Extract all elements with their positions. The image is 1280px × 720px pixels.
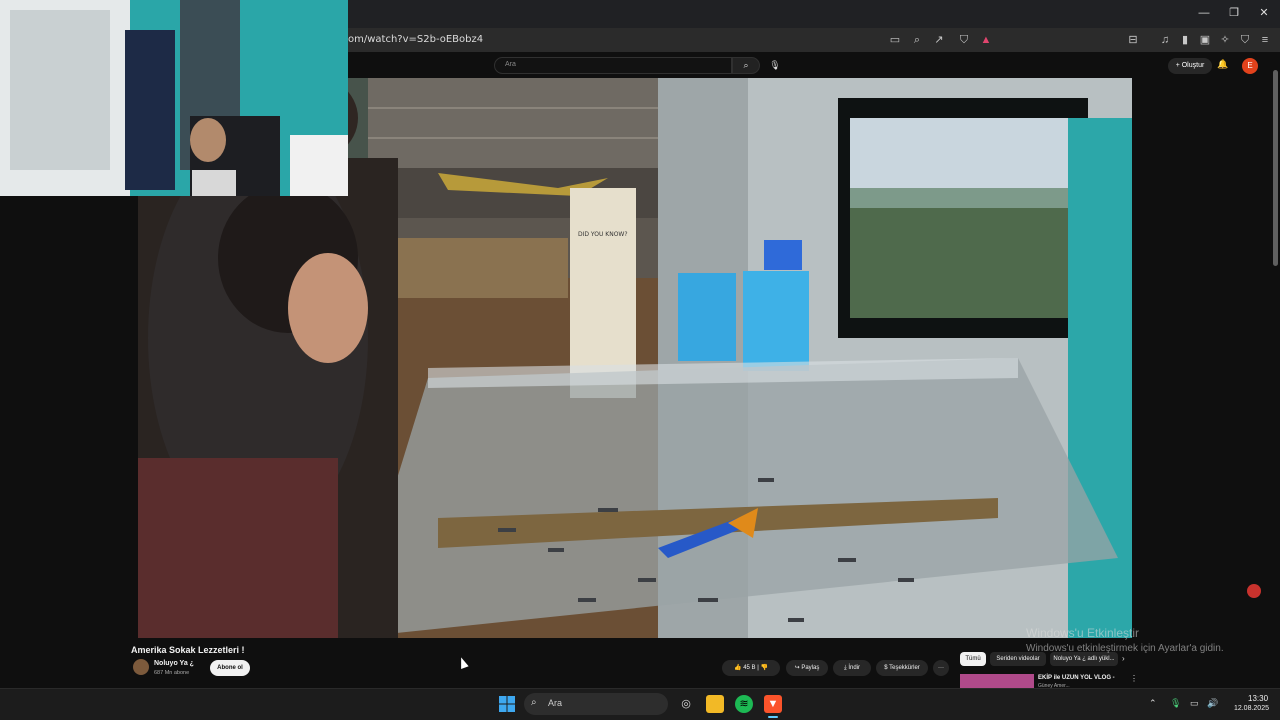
menu-icon[interactable]: ≡: [1258, 33, 1272, 47]
url-field[interactable]: om/watch?v=S2b-oEBobz4: [348, 34, 483, 45]
leo-icon[interactable]: ✧: [1218, 33, 1232, 47]
share-label: Paylaş: [801, 665, 820, 671]
windows-logo: [499, 696, 515, 712]
notifications-bell-icon[interactable]: 🔔: [1217, 59, 1228, 70]
search-input[interactable]: Ara: [494, 57, 732, 74]
taskbar-search[interactable]: Ara: [524, 693, 668, 715]
brave-shield-icon[interactable]: ⛉: [957, 33, 971, 47]
like-button[interactable]: 👍 45 B | 👎: [722, 660, 780, 676]
chevron-right-icon[interactable]: ›: [1122, 654, 1125, 663]
file-explorer-icon[interactable]: [706, 695, 724, 713]
zoom-icon[interactable]: ⌕: [910, 33, 924, 47]
webcam-frame: [0, 0, 348, 196]
taskbar-search-icon: ⌕: [531, 697, 537, 708]
brave-browser-icon[interactable]: ▼: [764, 695, 782, 713]
mouse-cursor: [457, 655, 469, 670]
taskbar-search-label: Ara: [548, 698, 563, 708]
close-button[interactable]: ✕: [1256, 6, 1272, 20]
taskbar-app-icon[interactable]: ◎: [677, 695, 695, 713]
brave-rewards-icon[interactable]: ▲: [979, 33, 993, 47]
chip-series[interactable]: Seriden videolar: [990, 652, 1046, 666]
subscribe-button[interactable]: Abone ol: [210, 660, 250, 676]
create-button[interactable]: + Oluştur: [1168, 58, 1212, 74]
taskbar-date[interactable]: 12.08.2025: [1229, 705, 1269, 712]
cast-icon[interactable]: ▭: [888, 33, 902, 47]
windows-activation-title: Windows'u Etkinleştir: [1026, 626, 1139, 640]
share-button[interactable]: ↪ Paylaş: [786, 660, 828, 676]
thumbs-down-icon[interactable]: | 👎: [756, 665, 768, 671]
like-count: 45 B: [743, 665, 756, 671]
restore-button[interactable]: ❐: [1226, 6, 1242, 20]
thumbs-up-icon: 👍: [734, 665, 744, 671]
more-actions-button[interactable]: ···: [933, 660, 949, 676]
share-page-icon[interactable]: ↗: [932, 33, 946, 47]
next-video-thumbnail[interactable]: [960, 674, 1034, 688]
microphone-tray-icon[interactable]: 🎙: [1170, 698, 1181, 709]
channel-name[interactable]: Noluyo Ya ¿: [154, 660, 194, 667]
search-icon[interactable]: ⌕: [732, 57, 760, 74]
wallet-icon[interactable]: ▣: [1198, 33, 1212, 47]
volume-icon[interactable]: 🔊: [1207, 698, 1218, 709]
thanks-button[interactable]: $ Teşekkürler: [876, 660, 928, 676]
video-title: Amerika Sokak Lezzetleri !: [131, 645, 245, 655]
chip-all[interactable]: Tümü: [960, 652, 986, 666]
network-icon[interactable]: ▭: [1190, 698, 1199, 709]
next-video-title[interactable]: EKİP ile UZUN YOL VLOG -: [1038, 675, 1115, 681]
tab-search-icon[interactable]: ⊟: [1126, 33, 1140, 47]
tray-overflow-icon[interactable]: ⌃: [1149, 698, 1157, 709]
minimize-button[interactable]: —: [1196, 6, 1212, 20]
webcam-overlay: [0, 0, 348, 196]
active-app-indicator: [768, 716, 778, 718]
sidebar-toggle-icon[interactable]: ▮: [1178, 33, 1192, 47]
windows-start-icon[interactable]: [498, 695, 516, 713]
thanks-label: Teşekkürler: [889, 665, 920, 671]
taskbar-time[interactable]: 13:30: [1248, 694, 1268, 703]
floating-widget-icon[interactable]: [1247, 584, 1261, 598]
download-label: İndir: [848, 665, 860, 671]
channel-subscribers: 687 Mn abone: [154, 670, 190, 676]
media-icon[interactable]: ♫: [1158, 33, 1172, 47]
create-label: Oluştur: [1181, 62, 1205, 69]
windows-activation-text: Windows'u etkinleştirmek için Ayarlar'a …: [1026, 643, 1224, 654]
kebab-menu-icon[interactable]: ⋮: [1130, 674, 1138, 683]
download-button[interactable]: ⤓ İndir: [833, 660, 871, 676]
chip-channel-uploads[interactable]: Noluyo Ya ¿ adlı yükl...: [1050, 652, 1118, 666]
spotify-icon[interactable]: ≋: [735, 695, 753, 713]
microphone-icon[interactable]: 🎙: [766, 57, 784, 74]
vpn-icon[interactable]: ⛉: [1238, 33, 1252, 47]
banner-heading: DID YOU KNOW?: [578, 231, 628, 238]
scrollbar-thumb[interactable]: [1273, 70, 1278, 266]
channel-avatar[interactable]: [133, 659, 149, 675]
user-avatar[interactable]: E: [1242, 58, 1258, 74]
